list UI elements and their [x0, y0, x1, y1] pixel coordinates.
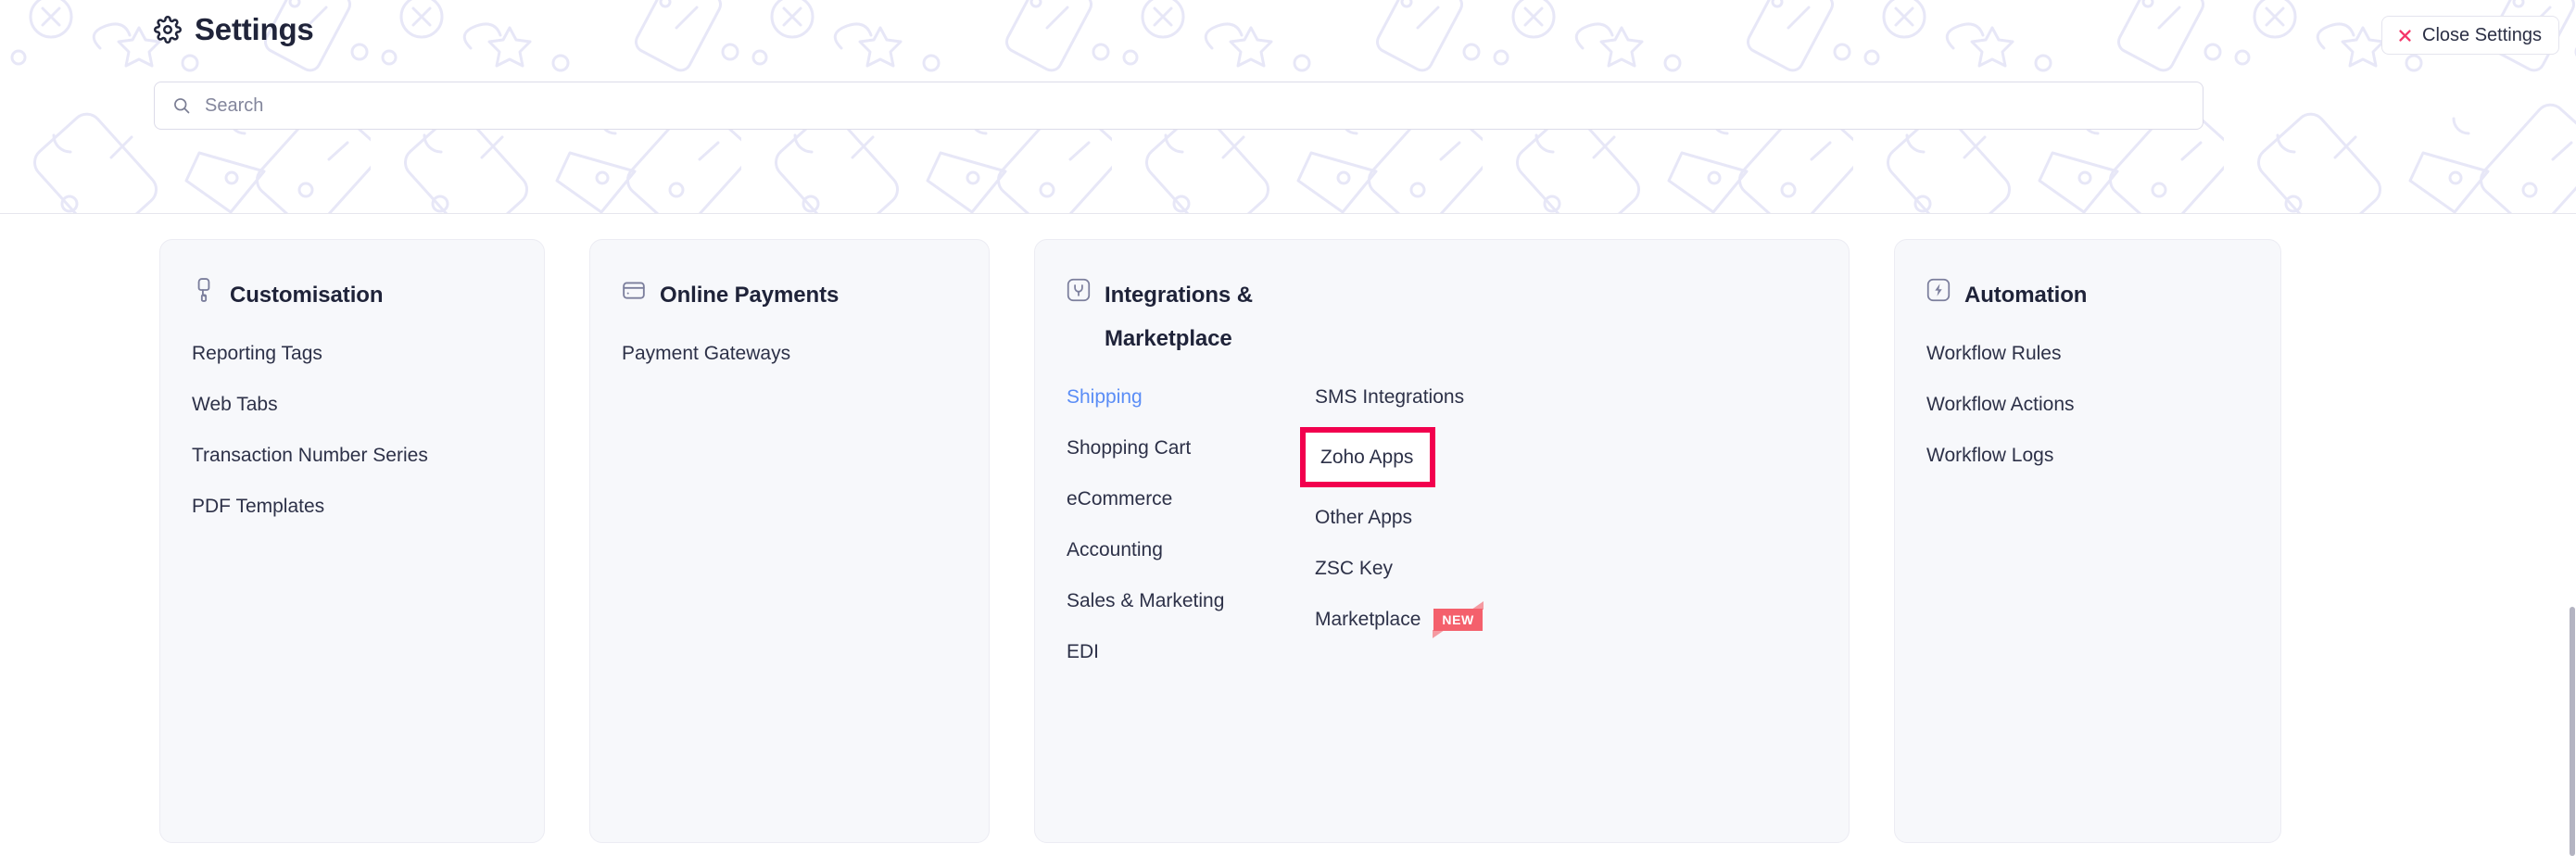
- page-scrollbar-track[interactable]: [2570, 0, 2576, 856]
- settings-link-zoho-apps[interactable]: Zoho Apps: [1320, 436, 1413, 478]
- settings-link-web-tabs[interactable]: Web Tabs: [192, 379, 512, 430]
- search-icon: [172, 96, 191, 115]
- search-container: [154, 82, 2203, 130]
- settings-link-reporting-tags[interactable]: Reporting Tags: [192, 328, 512, 379]
- card-header: Online Payments: [622, 273, 957, 317]
- card-links: Workflow Rules Workflow Actions Workflow…: [1926, 328, 2249, 481]
- card-header: Automation: [1926, 273, 2249, 317]
- settings-card-customisation: Customisation Reporting Tags Web Tabs Tr…: [159, 239, 545, 843]
- search-box[interactable]: [154, 82, 2203, 130]
- settings-link-workflow-logs[interactable]: Workflow Logs: [1926, 430, 2249, 481]
- settings-link-other-apps[interactable]: Other Apps: [1315, 492, 1704, 543]
- page-title: Settings: [195, 12, 314, 47]
- settings-link-accounting[interactable]: Accounting: [1067, 524, 1315, 575]
- plug-icon: [1067, 278, 1091, 302]
- new-badge-ribbon: NEW: [1433, 609, 1482, 631]
- zoho-apps-highlight-box: Zoho Apps: [1300, 427, 1435, 487]
- card-links: Payment Gateways: [622, 328, 957, 379]
- gear-icon: [154, 16, 182, 44]
- settings-link-zsc-key[interactable]: ZSC Key: [1315, 543, 1704, 594]
- card-header: Customisation: [192, 273, 512, 317]
- lightning-icon: [1926, 278, 1951, 302]
- settings-page: Settings Close Settings: [0, 0, 2576, 856]
- page-scrollbar-thumb[interactable]: [2570, 607, 2575, 856]
- close-settings-label: Close Settings: [2422, 24, 2542, 46]
- card-links: Reporting Tags Web Tabs Transaction Numb…: [192, 328, 512, 532]
- settings-content: Customisation Reporting Tags Web Tabs Tr…: [0, 214, 2576, 856]
- card-header: Integrations & Marketplace: [1067, 273, 1817, 360]
- settings-link-shipping[interactable]: Shipping: [1067, 371, 1315, 422]
- settings-link-shopping-cart[interactable]: Shopping Cart: [1067, 422, 1315, 473]
- settings-link-transaction-number-series[interactable]: Transaction Number Series: [192, 430, 512, 481]
- close-x-icon: [2397, 28, 2413, 44]
- stamp-icon: [192, 278, 216, 302]
- settings-link-workflow-rules[interactable]: Workflow Rules: [1926, 328, 2249, 379]
- ribbon-tail-bottom-left-icon: [1433, 630, 1445, 638]
- settings-card-automation: Automation Workflow Rules Workflow Actio…: [1894, 239, 2281, 843]
- settings-card-integrations-marketplace: Integrations & Marketplace Shipping Shop…: [1034, 239, 1850, 843]
- settings-card-online-payments: Online Payments Payment Gateways: [589, 239, 990, 843]
- page-title-row: Settings: [154, 9, 314, 50]
- card-title: Integrations & Marketplace: [1105, 273, 1308, 360]
- card-links: Shipping Shopping Cart eCommerce Account…: [1067, 371, 1817, 677]
- settings-link-workflow-actions[interactable]: Workflow Actions: [1926, 379, 2249, 430]
- card-title: Automation: [1964, 273, 2087, 317]
- settings-header: Settings Close Settings: [0, 0, 2576, 214]
- credit-card-icon: [622, 278, 646, 302]
- settings-link-sales-marketing[interactable]: Sales & Marketing: [1067, 575, 1315, 626]
- settings-link-edi[interactable]: EDI: [1067, 626, 1315, 677]
- settings-link-sms-integrations[interactable]: SMS Integrations: [1315, 371, 1704, 422]
- settings-link-marketplace[interactable]: Marketplace: [1315, 594, 1421, 645]
- marketplace-row: Marketplace NEW: [1315, 594, 1704, 645]
- search-input[interactable]: [205, 82, 2203, 129]
- settings-card-grid: Customisation Reporting Tags Web Tabs Tr…: [159, 239, 2281, 843]
- new-badge-label: NEW: [1433, 609, 1482, 631]
- settings-link-ecommerce[interactable]: eCommerce: [1067, 473, 1315, 524]
- card-title: Online Payments: [660, 273, 839, 317]
- settings-link-pdf-templates[interactable]: PDF Templates: [192, 481, 512, 532]
- close-settings-button[interactable]: Close Settings: [2381, 16, 2559, 55]
- integrations-column-left: Shipping Shopping Cart eCommerce Account…: [1067, 371, 1315, 677]
- integrations-column-right: SMS Integrations Zoho Apps Other Apps ZS…: [1315, 371, 1704, 677]
- settings-link-payment-gateways[interactable]: Payment Gateways: [622, 328, 957, 379]
- card-title: Customisation: [230, 273, 383, 317]
